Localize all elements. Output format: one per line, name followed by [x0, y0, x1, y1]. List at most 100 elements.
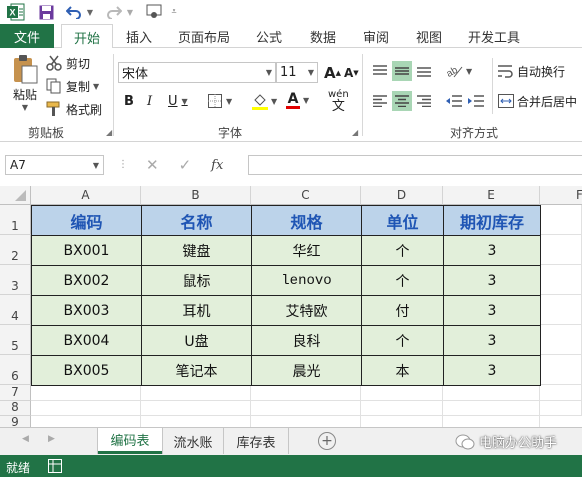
redo-icon[interactable] — [104, 2, 124, 22]
empty-cell[interactable] — [31, 416, 141, 427]
table-cell-spec[interactable]: lenovo — [251, 265, 362, 296]
column-header-c[interactable]: C — [251, 186, 361, 205]
column-header-b[interactable]: B — [141, 186, 251, 205]
phonetic-guide-button[interactable]: wén 文 — [328, 90, 349, 114]
empty-cell[interactable] — [141, 401, 251, 416]
header-cell-code[interactable]: 编码 — [31, 205, 142, 236]
format-painter-button[interactable]: 格式刷 — [46, 100, 102, 118]
column-header-f[interactable]: F — [540, 186, 582, 205]
macro-record-icon[interactable] — [48, 459, 62, 473]
table-cell-unit[interactable]: 个 — [361, 235, 444, 266]
cut-button[interactable]: 剪切 — [46, 54, 90, 72]
row-header-9[interactable]: 9 — [0, 415, 31, 427]
row-header-3[interactable]: 3 — [0, 265, 31, 295]
copy-button[interactable]: 复制 ▼ — [46, 77, 99, 95]
table-cell-name[interactable]: 鼠标 — [141, 265, 252, 296]
touch-mode-icon[interactable] — [145, 2, 165, 22]
table-cell-spec[interactable]: 晨光 — [251, 355, 362, 386]
empty-cell[interactable] — [251, 416, 361, 427]
wrap-text-button[interactable]: 自动换行 — [498, 62, 565, 80]
empty-cell[interactable] — [361, 385, 443, 401]
table-cell-code[interactable]: BX001 — [31, 235, 142, 266]
add-sheet-icon[interactable]: + — [318, 432, 336, 450]
row-header-8[interactable]: 8 — [0, 400, 31, 416]
row-header-4[interactable]: 4 — [0, 295, 31, 325]
table-cell-unit[interactable]: 个 — [361, 325, 444, 356]
tab-view[interactable]: 视图 — [408, 24, 450, 48]
paste-dropdown-icon[interactable]: ▼ — [22, 103, 28, 112]
formula-bar-resize-icon[interactable]: ⋮ — [118, 159, 128, 170]
align-middle-button[interactable] — [392, 61, 412, 81]
table-cell-unit[interactable]: 付 — [361, 295, 444, 326]
header-cell-name[interactable]: 名称 — [141, 205, 252, 236]
empty-cell[interactable] — [31, 385, 141, 401]
table-cell-unit[interactable]: 个 — [361, 265, 444, 296]
tab-page-layout[interactable]: 页面布局 — [172, 24, 236, 48]
empty-cell[interactable] — [540, 295, 582, 325]
font-size-select[interactable]: 11 ▼ — [276, 62, 318, 83]
cancel-icon[interactable]: ✕ — [146, 156, 159, 174]
empty-cell[interactable] — [251, 385, 361, 401]
empty-cell[interactable] — [443, 416, 540, 427]
table-cell-code[interactable]: BX003 — [31, 295, 142, 326]
sheet-tab-inventory[interactable]: 库存表 — [224, 428, 288, 454]
spreadsheet-grid[interactable]: A B C D E F 1 2 3 4 5 6 7 8 9 编码 名称 规格 单… — [0, 186, 582, 427]
underline-button[interactable]: U ▼ — [168, 94, 188, 109]
tab-insert[interactable]: 插入 — [116, 24, 162, 48]
empty-cell[interactable] — [443, 401, 540, 416]
copy-dropdown-icon[interactable]: ▼ — [93, 82, 99, 91]
header-cell-opening-stock[interactable]: 期初库存 — [443, 205, 541, 236]
grow-font-button[interactable]: A ▲ — [324, 64, 341, 82]
table-cell-name[interactable]: 键盘 — [141, 235, 252, 266]
paste-button[interactable]: 粘贴 ▼ — [8, 54, 42, 114]
row-header-2[interactable]: 2 — [0, 235, 31, 265]
tab-review[interactable]: 审阅 — [355, 24, 397, 48]
table-cell-spec[interactable]: 艾特欧 — [251, 295, 362, 326]
table-cell-unit[interactable]: 本 — [361, 355, 444, 386]
empty-cell[interactable] — [361, 401, 443, 416]
align-bottom-button[interactable] — [414, 61, 434, 81]
save-icon[interactable] — [36, 2, 56, 22]
insert-function-icon[interactable]: fx — [211, 158, 223, 173]
table-cell-stock[interactable]: 3 — [443, 265, 541, 296]
select-all-corner[interactable] — [0, 186, 31, 205]
borders-button[interactable]: ▼ — [208, 94, 232, 108]
bold-button[interactable]: B — [124, 94, 134, 109]
fill-color-button[interactable]: ▼ — [252, 92, 277, 110]
table-cell-code[interactable]: BX004 — [31, 325, 142, 356]
table-cell-name[interactable]: 耳机 — [141, 295, 252, 326]
table-cell-stock[interactable]: 3 — [443, 355, 541, 386]
check-icon[interactable]: ✓ — [179, 156, 192, 174]
empty-cell[interactable] — [540, 385, 582, 401]
header-cell-spec[interactable]: 规格 — [251, 205, 362, 236]
clipboard-launcher-icon[interactable]: ◢ — [106, 128, 112, 137]
empty-cell[interactable] — [443, 385, 540, 401]
column-header-a[interactable]: A — [31, 186, 141, 205]
orientation-button[interactable]: ab ▼ — [446, 61, 472, 81]
font-name-select[interactable]: 宋体 ▼ — [118, 62, 276, 83]
table-cell-stock[interactable]: 3 — [443, 325, 541, 356]
align-left-button[interactable] — [370, 91, 390, 111]
empty-cell[interactable] — [141, 385, 251, 401]
tab-home[interactable]: 开始 — [61, 24, 113, 51]
tab-file[interactable]: 文件 — [0, 24, 54, 48]
undo-dropdown-icon[interactable]: ▼ — [85, 2, 95, 22]
table-cell-code[interactable]: BX005 — [31, 355, 142, 386]
customize-qat-icon[interactable]: ⩡ — [168, 2, 180, 22]
scroll-sheets-left-icon[interactable]: ◀ — [22, 434, 29, 444]
tab-developer[interactable]: 开发工具 — [462, 24, 526, 48]
merge-center-button[interactable]: 合并后居中 — [498, 92, 577, 110]
empty-cell[interactable] — [540, 205, 582, 235]
empty-cell[interactable] — [540, 325, 582, 355]
empty-cell[interactable] — [540, 355, 582, 385]
table-cell-name[interactable]: U盘 — [141, 325, 252, 356]
font-color-button[interactable]: A ▼ — [286, 92, 309, 109]
tab-formulas[interactable]: 公式 — [248, 24, 290, 48]
row-header-6[interactable]: 6 — [0, 355, 31, 385]
name-box[interactable]: A7 ▼ — [5, 155, 104, 175]
sheet-tab-code-table[interactable]: 编码表 — [98, 428, 162, 454]
italic-button[interactable]: I — [147, 94, 152, 109]
empty-cell[interactable] — [361, 416, 443, 427]
row-header-1[interactable]: 1 — [0, 205, 31, 235]
shrink-font-button[interactable]: A ▼ — [344, 66, 359, 80]
